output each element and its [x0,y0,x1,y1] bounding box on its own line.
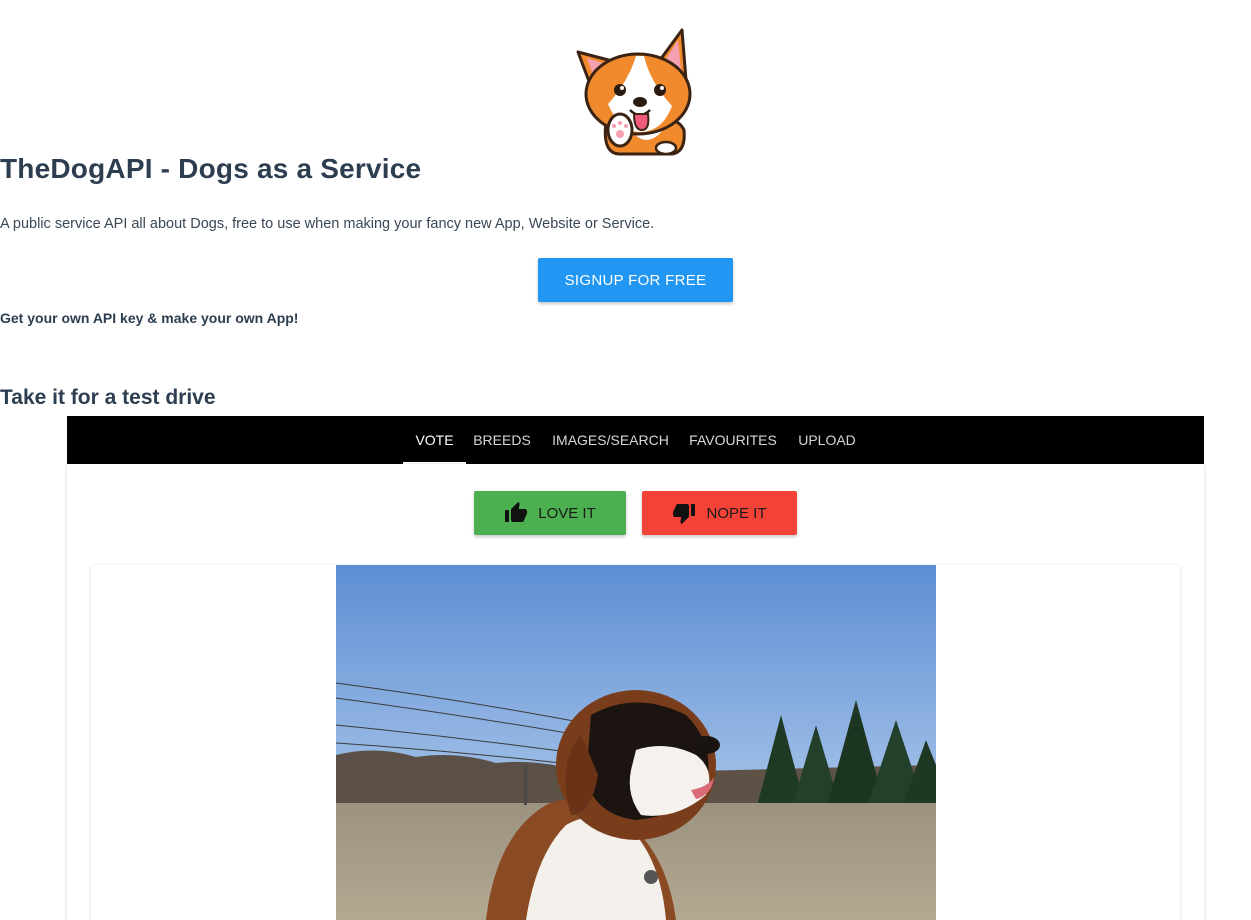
test-drive-heading: Take it for a test drive [0,386,216,409]
tab-breeds[interactable]: BREEDS [470,416,534,464]
nope-it-button[interactable]: NOPE IT [642,491,797,535]
dog-photo [336,565,936,920]
api-key-tagline: Get your own API key & make your own App… [0,310,299,326]
page-subtitle: A public service API all about Dogs, fre… [0,216,655,232]
love-it-label: LOVE IT [538,504,596,522]
tab-vote[interactable]: VOTE [403,416,466,464]
thumbs-down-icon [673,504,696,524]
page-title: TheDogAPI - Dogs as a Service [0,153,422,184]
tab-upload[interactable]: UPLOAD [792,416,862,464]
corgi-logo [576,28,692,156]
nope-it-label: NOPE IT [706,504,767,522]
signup-button[interactable]: SIGNUP FOR FREE [538,258,733,302]
demo-tab-bar: VOTE BREEDS IMAGES/SEARCH FAVOURITES UPL… [67,416,1204,464]
thumbs-up-icon [505,502,528,522]
love-it-button[interactable]: LOVE IT [474,491,626,535]
page: TheDogAPI - Dogs as a Service A public s… [0,0,1251,920]
tab-images-search[interactable]: IMAGES/SEARCH [546,416,675,464]
tab-favourites[interactable]: FAVOURITES [687,416,779,464]
